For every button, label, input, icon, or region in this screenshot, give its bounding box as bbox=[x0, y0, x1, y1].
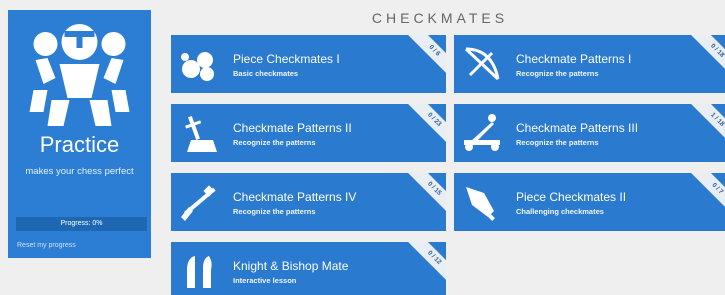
card-checkmate-patterns-3[interactable]: Checkmate Patterns III Recognize the pat… bbox=[454, 104, 725, 162]
card-checkmate-patterns-1[interactable]: Checkmate Patterns I Recognize the patte… bbox=[454, 35, 725, 93]
card-title: Checkmate Patterns III bbox=[516, 121, 639, 135]
card-piece-checkmates-1[interactable]: Piece Checkmates I Basic checkmates 0 / … bbox=[171, 35, 446, 93]
robot-icon bbox=[29, 24, 130, 126]
progress-label: Progress: 0% bbox=[60, 220, 103, 227]
progress-ribbon: 0 / 23 bbox=[400, 104, 446, 154]
progress-ribbon: 1 / 18 bbox=[683, 104, 725, 154]
progress-ribbon: 0 / 7 bbox=[683, 173, 725, 223]
card-title: Piece Checkmates I bbox=[233, 52, 340, 66]
musket-icon bbox=[181, 185, 216, 221]
card-checkmate-patterns-4[interactable]: Checkmate Patterns IV Recognize the patt… bbox=[171, 173, 446, 231]
card-title: Piece Checkmates II bbox=[516, 190, 627, 204]
progress-ribbon: 0 / 6 bbox=[400, 35, 446, 85]
progress-ribbon: 0 / 18 bbox=[683, 35, 725, 85]
card-title: Checkmate Patterns I bbox=[516, 52, 632, 66]
card-knight-bishop-mate[interactable]: Knight & Bishop Mate Interactive lesson … bbox=[171, 242, 446, 295]
card-title: Checkmate Patterns IV bbox=[233, 190, 357, 204]
sidebar-subtitle: makes your chess perfect bbox=[25, 166, 134, 177]
reset-progress-link[interactable]: Reset my progress bbox=[17, 242, 76, 249]
spear-head-icon bbox=[466, 187, 495, 221]
sword-in-stone-icon bbox=[185, 116, 217, 152]
progress-ribbon: 0 / 12 bbox=[400, 242, 446, 292]
card-title: Knight & Bishop Mate bbox=[233, 259, 349, 273]
card-subtitle: Basic checkmates bbox=[233, 69, 299, 78]
sidebar-title: Practice bbox=[39, 132, 120, 157]
card-subtitle: Challenging checkmates bbox=[516, 207, 604, 216]
card-subtitle: Recognize the patterns bbox=[516, 69, 599, 78]
rocks-icon bbox=[181, 52, 214, 81]
progress-ribbon: 0 / 15 bbox=[400, 173, 446, 223]
card-subtitle: Recognize the patterns bbox=[233, 138, 316, 147]
progress-bar: Progress: 0% bbox=[16, 217, 147, 231]
crossbow-icon bbox=[464, 47, 500, 81]
knight-bishop-icon bbox=[187, 256, 212, 288]
section-title: CHECKMATES bbox=[371, 10, 509, 26]
card-checkmate-patterns-2[interactable]: Checkmate Patterns II Recognize the patt… bbox=[171, 104, 446, 162]
card-subtitle: Recognize the patterns bbox=[233, 207, 316, 216]
card-subtitle: Interactive lesson bbox=[233, 276, 297, 285]
card-title: Checkmate Patterns II bbox=[233, 121, 352, 135]
card-piece-checkmates-2[interactable]: Piece Checkmates II Challenging checkmat… bbox=[454, 173, 725, 231]
practice-sidebar: Practice makes your chess perfect Progre… bbox=[8, 10, 151, 258]
catapult-icon bbox=[464, 114, 500, 151]
card-subtitle: Recognize the patterns bbox=[516, 138, 599, 147]
